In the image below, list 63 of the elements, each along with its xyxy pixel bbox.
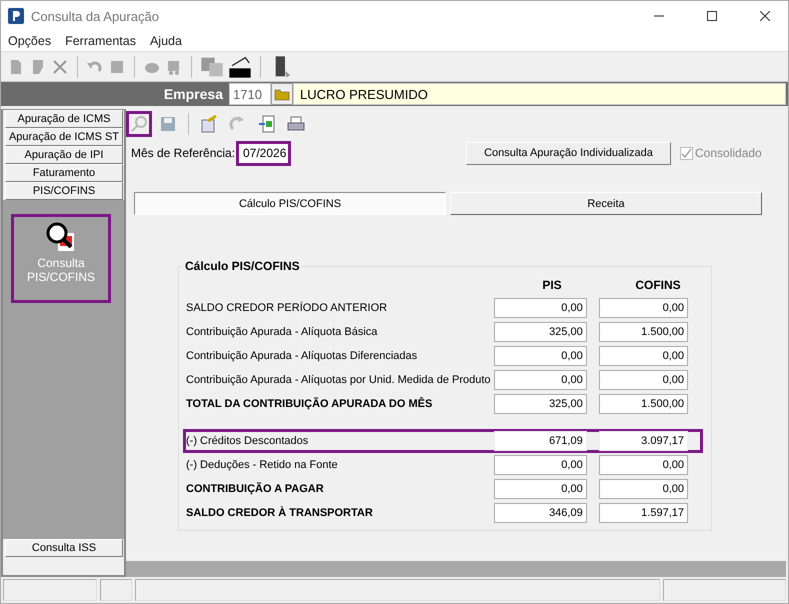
pis-value-field[interactable]: 325,00: [494, 394, 587, 414]
cofins-value-field[interactable]: 1.597,17: [598, 503, 688, 523]
sidebar-item[interactable]: Apuração de IPI: [5, 146, 123, 164]
cofins-value-field[interactable]: 0,00: [598, 455, 688, 475]
folder-icon: [274, 87, 290, 101]
cofins-value-field[interactable]: 0,00: [598, 298, 688, 318]
company-code-field[interactable]: 1710: [229, 83, 271, 105]
printer-icon: [287, 115, 305, 133]
pis-value-field[interactable]: 0,00: [494, 370, 587, 390]
row-label: SALDO CREDOR À TRANSPORTAR: [186, 507, 374, 519]
open-folder-button[interactable]: [271, 83, 293, 105]
pis-value-field[interactable]: 0,00: [494, 479, 587, 499]
pencil-list-icon: [200, 115, 218, 133]
reference-month-label: Mês de Referência:: [131, 146, 236, 160]
cofins-value-field[interactable]: 1.500,00: [598, 394, 688, 414]
consulta-card-label: Consulta PIS/COFINS: [26, 257, 96, 285]
search-icon: [130, 115, 148, 133]
sidebar-item[interactable]: Faturamento: [5, 164, 123, 182]
tab[interactable]: Receita: [450, 192, 762, 215]
menu-item[interactable]: Opções: [8, 34, 52, 48]
close-icon: [760, 11, 770, 21]
row-label: SALDO CREDOR PERÍODO ANTERIOR: [186, 302, 388, 314]
sidebar-item[interactable]: PIS/COFINS: [5, 182, 123, 200]
maximize-icon: [707, 11, 717, 21]
cofins-value-field[interactable]: 0,00: [598, 370, 688, 390]
pis-value-field[interactable]: 0,00: [494, 346, 587, 366]
sidebar-item[interactable]: Apuração de ICMS: [5, 110, 123, 128]
individual-query-button[interactable]: Consulta Apuração Individualizada: [466, 142, 671, 164]
row-label: Contribuição Apurada - Alíquotas por Unid. Medida de Produto: [186, 374, 492, 386]
window-title: Consulta da Apuração: [31, 8, 160, 24]
checkmark-icon: [681, 148, 692, 158]
row-label: CONTRIBUIÇÃO A PAGAR: [186, 483, 325, 495]
column-header: PIS: [541, 278, 563, 292]
sidebar-item[interactable]: Consulta ISS: [5, 539, 123, 557]
row-label: Contribuição Apurada - Alíquota Básica: [186, 326, 378, 338]
pis-value-field[interactable]: 325,00: [494, 322, 587, 342]
cofins-value-field[interactable]: 1.500,00: [598, 322, 688, 342]
pis-value-field[interactable]: 0,00: [494, 298, 587, 318]
menu-item[interactable]: Ajuda: [150, 34, 182, 48]
pis-value-field[interactable]: 0,00: [494, 455, 587, 475]
copy-document-icon: [200, 54, 224, 78]
row-label: Contribuição Apurada - Alíquotas Diferenciadas: [186, 350, 418, 362]
delete-icon: [51, 58, 69, 76]
cofins-value-field[interactable]: 0,00: [598, 346, 688, 366]
tab[interactable]: Cálculo PIS/COFINS: [134, 192, 446, 215]
row-label: (-) Deduções - Retido na Fonte: [186, 459, 339, 471]
app-logo-icon: [8, 8, 24, 24]
status-panel: [100, 579, 132, 601]
company-label: Empresa: [164, 86, 223, 102]
pis-value-field[interactable]: 671,09: [494, 431, 587, 451]
cofins-value-field[interactable]: 0,00: [598, 479, 688, 499]
sidebar-item[interactable]: Apuração de ICMS ST: [5, 128, 123, 146]
company-name-field[interactable]: LUCRO PRESUMIDO: [293, 83, 786, 105]
spreadsheet-icon: [258, 115, 276, 133]
reference-month-field[interactable]: 07/2026: [236, 140, 291, 166]
menu-item[interactable]: Ferramentas: [65, 34, 136, 48]
search-button[interactable]: [126, 111, 152, 137]
row-label: (-) Créditos Descontados: [186, 435, 310, 447]
row-label: TOTAL DA CONTRIBUIÇÃO APURADA DO MÊS: [186, 398, 434, 410]
cofins-value-field[interactable]: 3.097,17: [598, 431, 688, 451]
column-header: COFINS: [634, 278, 682, 292]
pis-value-field[interactable]: 346,09: [494, 503, 587, 523]
group-title: Cálculo PIS/COFINS: [184, 259, 301, 273]
